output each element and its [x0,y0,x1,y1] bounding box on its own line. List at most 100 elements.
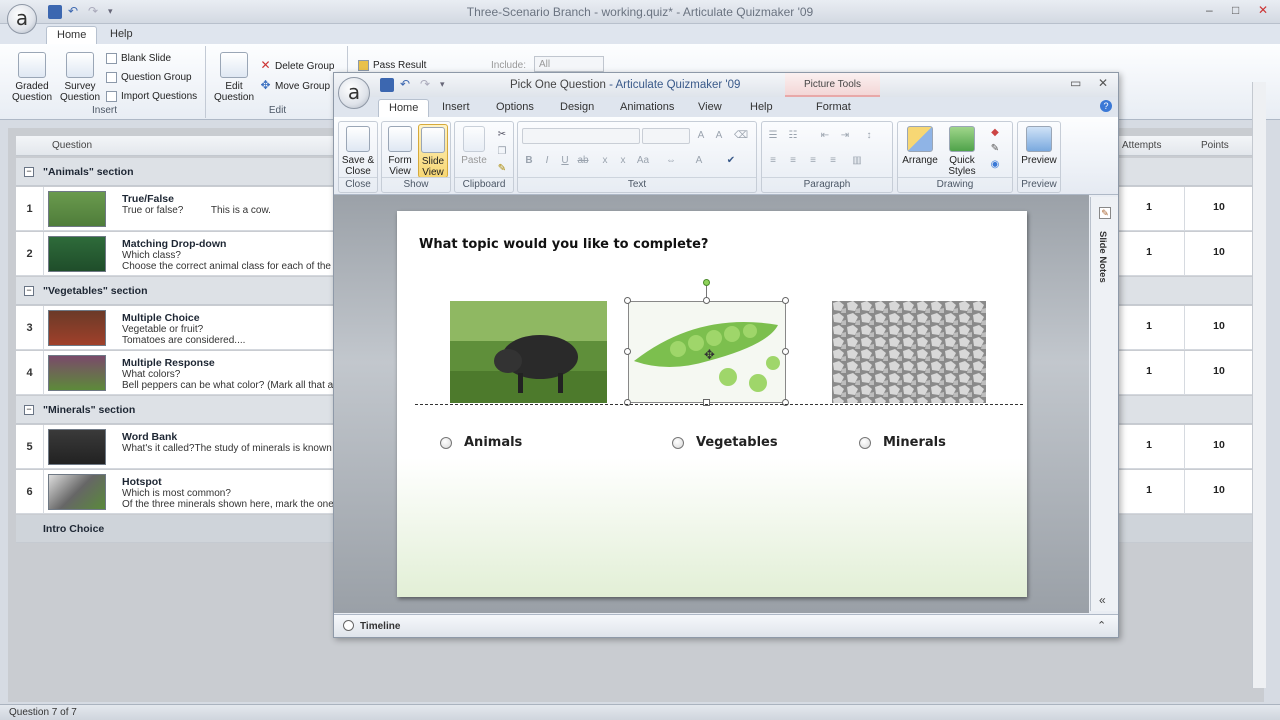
font-color-icon[interactable]: A [692,154,706,168]
columns-icon[interactable]: ▥ [850,154,864,168]
resize-handle[interactable] [624,297,631,304]
survey-question-button[interactable]: Survey Question [56,52,104,103]
timeline-bar[interactable]: Timeline ⌃ [334,614,1118,637]
subscript-icon[interactable]: x [598,154,612,168]
graded-question-button[interactable]: Graded Question [10,52,54,103]
app-logo[interactable]: a [7,4,37,34]
align-left-icon[interactable]: ≡ [766,154,780,168]
shrink-font-icon[interactable]: A [712,129,726,143]
radio-button[interactable] [859,436,871,449]
tab-format[interactable]: Format [806,99,861,117]
collapse-notes-icon[interactable]: « [1099,593,1106,607]
resize-handle[interactable] [703,297,710,304]
undo-icon[interactable]: ↶ [400,78,414,92]
justify-icon[interactable]: ≡ [826,154,840,168]
tab-home[interactable]: Home [46,26,98,44]
question-group-button[interactable]: Question Group [106,72,192,83]
minimize-button[interactable]: – [1206,3,1213,17]
strikethrough-icon[interactable]: ab [576,154,590,168]
column-question[interactable]: Question [52,140,92,151]
collapse-toggle[interactable]: − [24,167,34,177]
shape-outline-icon[interactable]: ✎ [988,142,1002,156]
column-points[interactable]: Points [1201,140,1229,151]
customize-qat-icon[interactable]: ▾ [440,78,454,92]
radio-button[interactable] [672,436,684,449]
help-icon[interactable]: ? [1100,100,1112,112]
bullets-icon[interactable]: ☰ [766,129,780,143]
decrease-indent-icon[interactable]: ⇤ [818,129,832,143]
align-center-icon[interactable]: ≡ [786,154,800,168]
blank-slide-button[interactable]: Blank Slide [106,53,171,64]
numbering-icon[interactable]: ☷ [786,129,800,143]
include-select[interactable]: All [534,56,604,72]
tab-options[interactable]: Options [486,99,544,117]
quick-styles-button[interactable]: Quick Styles [942,126,982,177]
tab-home[interactable]: Home [378,99,430,117]
form-view-button[interactable]: Form View [384,126,416,177]
spellcheck-icon[interactable]: ✔ [724,154,738,168]
slide-thumbnail [48,191,106,227]
italic-icon[interactable]: I [540,154,554,168]
collapse-toggle[interactable]: − [24,286,34,296]
underline-icon[interactable]: U [558,154,572,168]
resize-handle[interactable] [624,348,631,355]
superscript-icon[interactable]: x [616,154,630,168]
delete-group-button[interactable]: ✕ Delete Group [260,59,334,72]
shape-fill-icon[interactable]: ◆ [988,126,1002,140]
answer-option-minerals[interactable]: Minerals [859,435,946,450]
edit-question-button[interactable]: Edit Question [212,52,256,103]
edit-group: Edit Question ✕ Delete Group ✥ Move Group … [208,46,348,118]
font-family-select[interactable] [522,128,640,144]
grow-font-icon[interactable]: A [694,129,708,143]
shape-effects-icon[interactable]: ◉ [988,158,1002,172]
answer-option-animals[interactable]: Animals [440,435,522,450]
slide[interactable]: What topic would you like to complete? ✥… [397,211,1027,597]
column-attempts[interactable]: Attempts [1122,140,1161,151]
rotate-handle[interactable] [703,279,710,286]
tab-help[interactable]: Help [740,99,783,117]
save-icon[interactable] [380,78,394,92]
tab-insert[interactable]: Insert [432,99,480,117]
collapse-toggle[interactable]: − [24,405,34,415]
vertical-scrollbar[interactable] [1252,82,1266,688]
answer-option-vegetables[interactable]: Vegetables [672,435,778,450]
slide-notes-panel[interactable]: ✎ Slide Notes « [1090,197,1118,611]
format-painter-icon[interactable]: ✎ [495,162,509,176]
cut-icon[interactable]: ✂ [495,128,509,142]
move-group-button[interactable]: ✥ Move Group [260,79,330,92]
paste-button[interactable]: Paste [459,126,489,166]
import-questions-button[interactable]: Import Questions [106,91,197,102]
radio-button[interactable] [440,436,452,449]
question-text[interactable]: What topic would you like to complete? [419,237,708,252]
tab-animations[interactable]: Animations [610,99,684,117]
save-close-button[interactable]: Save & Close [341,126,375,177]
resize-handle[interactable] [782,348,789,355]
gravel-image[interactable] [832,301,986,403]
boar-image[interactable] [450,301,607,403]
copy-icon[interactable]: ❐ [495,145,509,159]
pass-result-button[interactable]: Pass Result [358,60,426,71]
preview-button[interactable]: Preview [1020,126,1058,166]
line-spacing-icon[interactable]: ↕ [862,129,876,143]
maximize-button[interactable]: □ [1232,3,1239,17]
redo-icon[interactable]: ↷ [420,78,434,92]
expand-timeline-icon[interactable]: ⌃ [1097,619,1106,632]
editor-restore-button[interactable]: ▭ [1070,76,1081,90]
char-spacing-icon[interactable]: ⇔ [664,154,678,168]
tab-view[interactable]: View [688,99,732,117]
arrange-button[interactable]: Arrange [900,126,940,166]
clear-format-icon[interactable]: ⌫ [734,129,748,143]
resize-handle[interactable] [782,297,789,304]
change-case-icon[interactable]: Aa [636,154,650,168]
tab-design[interactable]: Design [550,99,604,117]
slide-view-button[interactable]: Slide View [418,124,448,178]
bold-icon[interactable]: B [522,154,536,168]
tab-help[interactable]: Help [100,26,143,44]
editor-logo[interactable]: a [338,77,370,109]
close-window-button[interactable]: ✕ [1258,3,1268,17]
align-right-icon[interactable]: ≡ [806,154,820,168]
increase-indent-icon[interactable]: ⇥ [838,129,852,143]
font-size-select[interactable] [642,128,690,144]
guide-line [415,404,1023,405]
editor-close-button[interactable]: ✕ [1098,76,1108,90]
